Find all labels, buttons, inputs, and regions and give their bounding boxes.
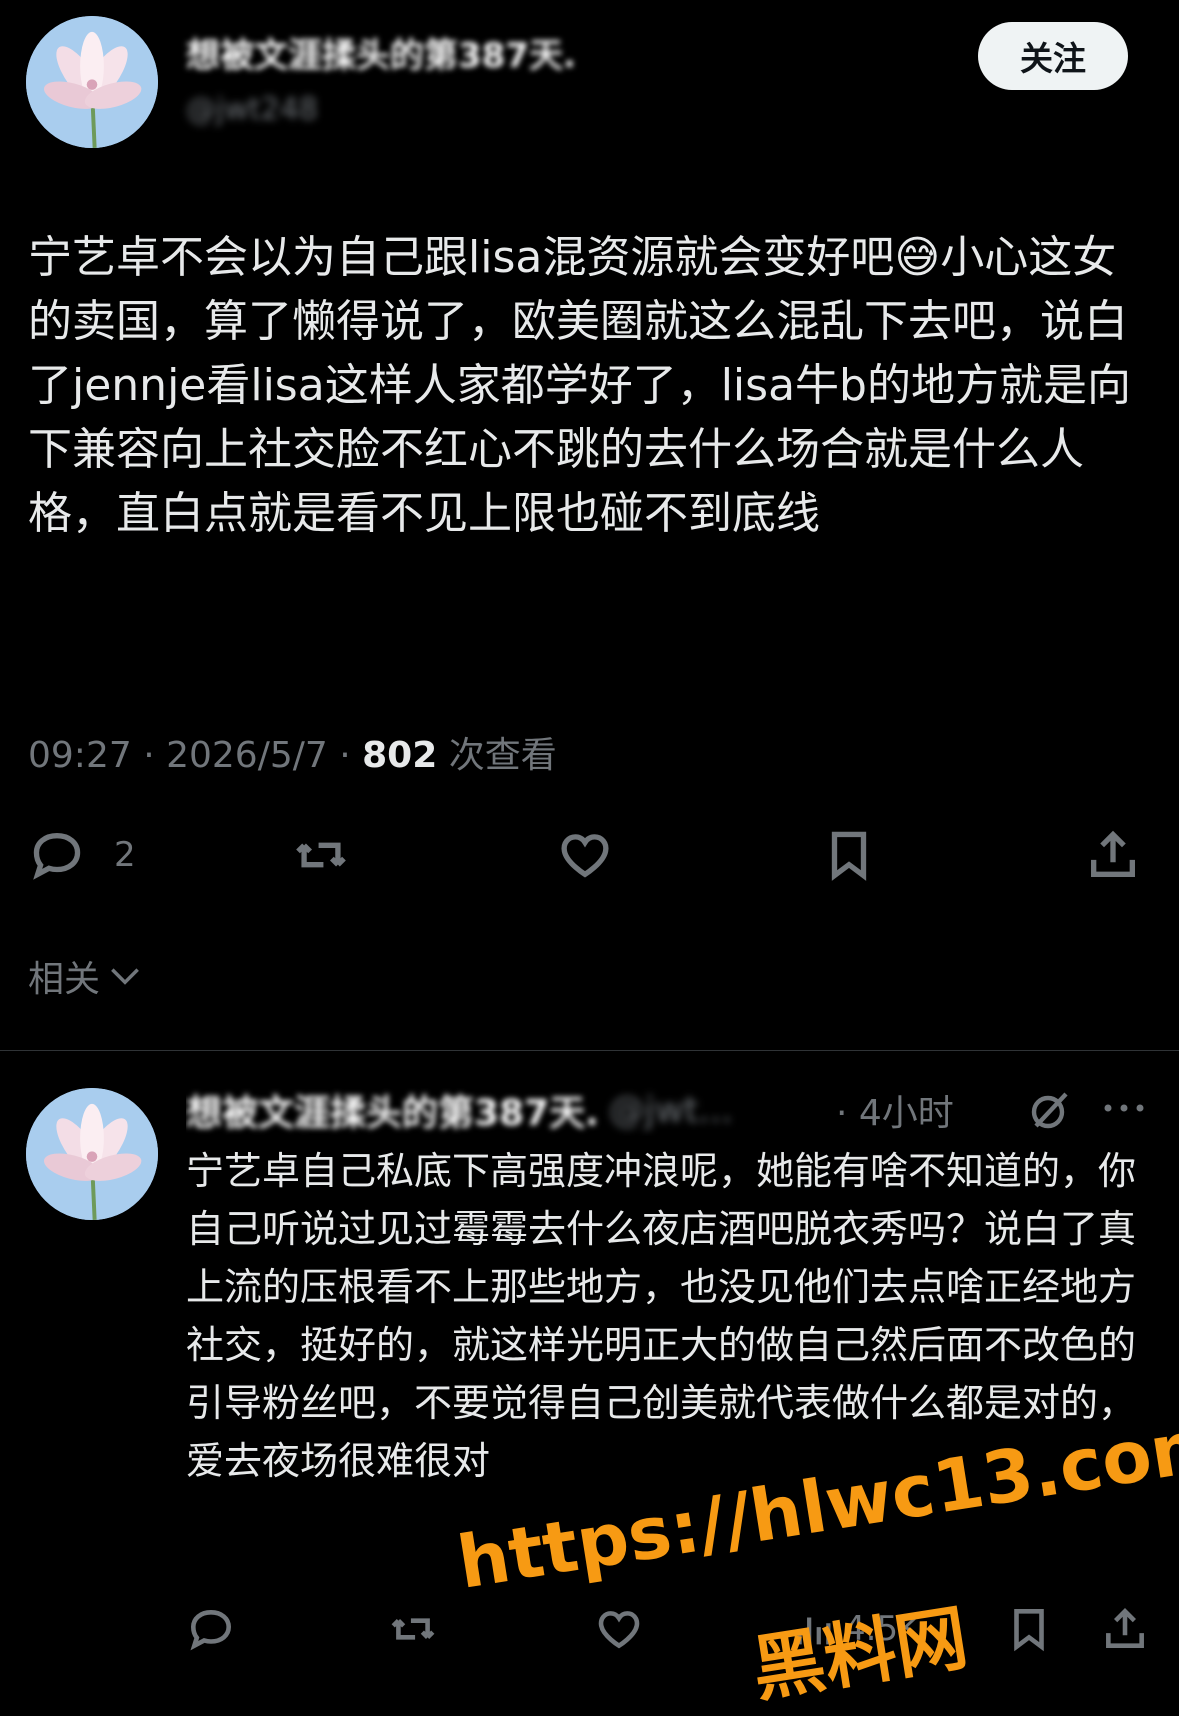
bookmark-button[interactable] bbox=[820, 826, 878, 884]
reply-button[interactable]: 2 bbox=[28, 826, 136, 884]
reply-retweet-button[interactable] bbox=[386, 1604, 440, 1654]
reply-share-button[interactable] bbox=[1100, 1604, 1150, 1654]
chevron-down-icon bbox=[111, 968, 139, 985]
bookmark-icon bbox=[831, 831, 867, 881]
reply-icon bbox=[190, 1610, 232, 1651]
reply-icon bbox=[33, 833, 81, 880]
like-icon bbox=[561, 834, 609, 878]
like-button[interactable] bbox=[556, 826, 614, 884]
view-count-label: 次查看 bbox=[437, 735, 557, 776]
post-time: 09:27 · 2026/5/7 · bbox=[28, 735, 363, 776]
reply-bookmark-button[interactable] bbox=[1004, 1604, 1054, 1654]
share-icon bbox=[1091, 830, 1135, 877]
reply-like-button[interactable] bbox=[594, 1604, 644, 1654]
lily-avatar-image bbox=[26, 1088, 158, 1220]
reply-author-name[interactable]: 想被文涯揉头的第387天. bbox=[186, 1084, 599, 1136]
watermark-label: 黑料网 bbox=[746, 1594, 974, 1712]
retweet-icon bbox=[296, 842, 346, 868]
reply-reply-button[interactable] bbox=[186, 1604, 236, 1654]
author-handle[interactable]: @jwt248 bbox=[186, 92, 318, 127]
reply-count: 2 bbox=[114, 835, 136, 875]
share-icon bbox=[1106, 1608, 1144, 1648]
reply-author-handle[interactable]: @jwt... bbox=[609, 1090, 733, 1131]
retweet-icon bbox=[391, 1618, 435, 1640]
like-icon bbox=[598, 1611, 640, 1649]
view-count: 802 bbox=[362, 735, 438, 776]
retweet-button[interactable] bbox=[290, 826, 352, 884]
author-name[interactable]: 想被文涯揉头的第387天. bbox=[186, 28, 576, 77]
section-divider bbox=[0, 1050, 1179, 1051]
follow-button[interactable]: 关注 bbox=[978, 22, 1128, 90]
grok-icon[interactable] bbox=[1026, 1086, 1074, 1138]
lily-avatar-image bbox=[26, 16, 158, 148]
author-avatar[interactable] bbox=[26, 16, 158, 148]
reply-author-avatar[interactable] bbox=[26, 1088, 158, 1220]
post-text: 宁艺卓不会以为自己跟lisa混资源就会变好吧😅小心这女的卖国，算了懒得说了，欧美… bbox=[28, 232, 1131, 539]
related-label: 相关 bbox=[28, 959, 101, 1000]
bookmark-icon bbox=[1014, 1609, 1044, 1652]
related-toggle[interactable]: 相关 bbox=[28, 950, 144, 1002]
more-options-icon[interactable] bbox=[1102, 1096, 1146, 1124]
post-meta: 09:27 · 2026/5/7 · 802 次查看 bbox=[28, 726, 557, 778]
share-button[interactable] bbox=[1084, 826, 1142, 884]
reply-time: · 4小时 bbox=[832, 1084, 954, 1136]
